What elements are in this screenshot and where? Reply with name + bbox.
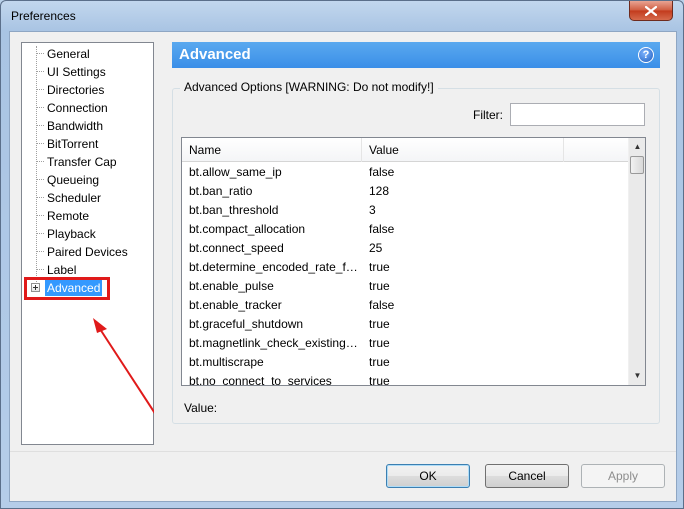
tree-item-label: General xyxy=(47,47,90,61)
tree-item-paired-devices[interactable]: Paired Devices xyxy=(22,243,153,261)
list-row[interactable]: bt.magnetlink_check_existing_... true xyxy=(182,334,628,353)
scroll-up-arrow-icon[interactable]: ▲ xyxy=(629,138,645,155)
preferences-window: Preferences General UI Settings Director… xyxy=(0,0,684,509)
option-value: true xyxy=(369,317,390,331)
column-header-empty xyxy=(564,138,628,162)
option-name: bt.magnetlink_check_existing_... xyxy=(189,336,359,350)
window-title: Preferences xyxy=(11,9,76,23)
tree-item-queueing[interactable]: Queueing xyxy=(22,171,153,189)
group-label: Advanced Options [WARNING: Do not modify… xyxy=(180,80,438,94)
tree-item-directories[interactable]: Directories xyxy=(22,81,153,99)
option-value: true xyxy=(369,355,390,369)
title-bar[interactable]: Preferences xyxy=(1,1,683,31)
option-value: true xyxy=(369,279,390,293)
column-header-name[interactable]: Name xyxy=(182,138,362,162)
tree-item-general[interactable]: General xyxy=(22,45,153,63)
value-label: Value: xyxy=(184,401,218,415)
tree-item-bandwidth[interactable]: Bandwidth xyxy=(22,117,153,135)
option-value: false xyxy=(369,298,395,312)
scroll-down-arrow-icon[interactable]: ▼ xyxy=(629,367,645,384)
list-header: Name Value xyxy=(182,138,628,162)
footer-separator xyxy=(10,451,676,452)
options-list[interactable]: Name Value bt.allow_same_ip false bt.ban… xyxy=(181,137,646,386)
option-name: bt.graceful_shutdown xyxy=(189,317,304,331)
category-tree: General UI Settings Directories Connecti… xyxy=(21,42,154,445)
option-value: true xyxy=(369,374,390,386)
option-name: bt.enable_pulse xyxy=(189,279,274,293)
section-header: Advanced ? xyxy=(172,42,660,68)
option-name: bt.allow_same_ip xyxy=(189,165,282,179)
dialog-client-area: General UI Settings Directories Connecti… xyxy=(9,31,677,502)
vertical-scrollbar[interactable]: ▲ ▼ xyxy=(628,138,645,385)
tree-item-ui-settings[interactable]: UI Settings xyxy=(22,63,153,81)
list-row[interactable]: bt.determine_encoded_rate_fo... true xyxy=(182,258,628,277)
tree-item-label: Label xyxy=(47,263,77,277)
tree-item-playback[interactable]: Playback xyxy=(22,225,153,243)
list-row[interactable]: bt.connect_speed 25 xyxy=(182,239,628,258)
option-value: true xyxy=(369,336,390,350)
tree-item-label: Connection xyxy=(47,101,108,115)
option-value: 128 xyxy=(369,184,390,198)
cancel-button[interactable]: Cancel xyxy=(485,464,569,488)
list-row[interactable]: bt.graceful_shutdown true xyxy=(182,315,628,334)
filter-input[interactable] xyxy=(510,103,645,126)
option-value: true xyxy=(369,260,390,274)
option-value: 25 xyxy=(369,241,383,255)
list-row[interactable]: bt.enable_tracker false xyxy=(182,296,628,315)
list-row[interactable]: bt.multiscrape true xyxy=(182,353,628,372)
tree-item-connection[interactable]: Connection xyxy=(22,99,153,117)
red-highlight-box xyxy=(24,277,110,300)
option-name: bt.multiscrape xyxy=(189,355,264,369)
tree-item-label: Bandwidth xyxy=(47,119,104,133)
list-row[interactable]: bt.compact_allocation false xyxy=(182,220,628,239)
close-button[interactable] xyxy=(629,1,673,21)
close-icon xyxy=(645,5,657,16)
option-name: bt.enable_tracker xyxy=(189,298,282,312)
tree-item-label: Paired Devices xyxy=(47,245,128,259)
tree-item-scheduler[interactable]: Scheduler xyxy=(22,189,153,207)
ok-button[interactable]: OK xyxy=(386,464,470,488)
list-row[interactable]: bt.ban_ratio 128 xyxy=(182,182,628,201)
tree-item-label: Scheduler xyxy=(47,191,102,205)
option-name: bt.determine_encoded_rate_fo... xyxy=(189,260,359,274)
section-title: Advanced xyxy=(179,46,251,63)
tree-item-label: UI Settings xyxy=(47,65,106,79)
tree-item-label: Queueing xyxy=(47,173,100,187)
tree-item-label: Playback xyxy=(47,227,96,241)
option-value: false xyxy=(369,222,395,236)
tree-item-label: BitTorrent xyxy=(47,137,99,151)
list-row[interactable]: bt.no_connect_to_services true xyxy=(182,372,628,386)
help-icon[interactable]: ? xyxy=(638,47,654,63)
tree-item-bittorrent[interactable]: BitTorrent xyxy=(22,135,153,153)
column-header-value[interactable]: Value xyxy=(362,138,564,162)
list-row[interactable]: bt.allow_same_ip false xyxy=(182,163,628,182)
list-row[interactable]: bt.enable_pulse true xyxy=(182,277,628,296)
scrollbar-thumb[interactable] xyxy=(630,156,644,174)
tree-item-remote[interactable]: Remote xyxy=(22,207,153,225)
list-row[interactable]: bt.ban_threshold 3 xyxy=(182,201,628,220)
tree-item-transfer-cap[interactable]: Transfer Cap xyxy=(22,153,153,171)
tree-item-label: Transfer Cap xyxy=(47,155,117,169)
option-value: false xyxy=(369,165,395,179)
tree-item-label: Remote xyxy=(47,209,90,223)
option-name: bt.compact_allocation xyxy=(189,222,306,236)
filter-label: Filter: xyxy=(473,108,503,122)
option-value: 3 xyxy=(369,203,376,217)
apply-button[interactable]: Apply xyxy=(581,464,665,488)
option-name: bt.ban_ratio xyxy=(189,184,253,198)
option-name: bt.connect_speed xyxy=(189,241,284,255)
option-name: bt.ban_threshold xyxy=(189,203,279,217)
tree-item-label: Directories xyxy=(47,83,105,97)
option-name: bt.no_connect_to_services xyxy=(189,374,332,386)
